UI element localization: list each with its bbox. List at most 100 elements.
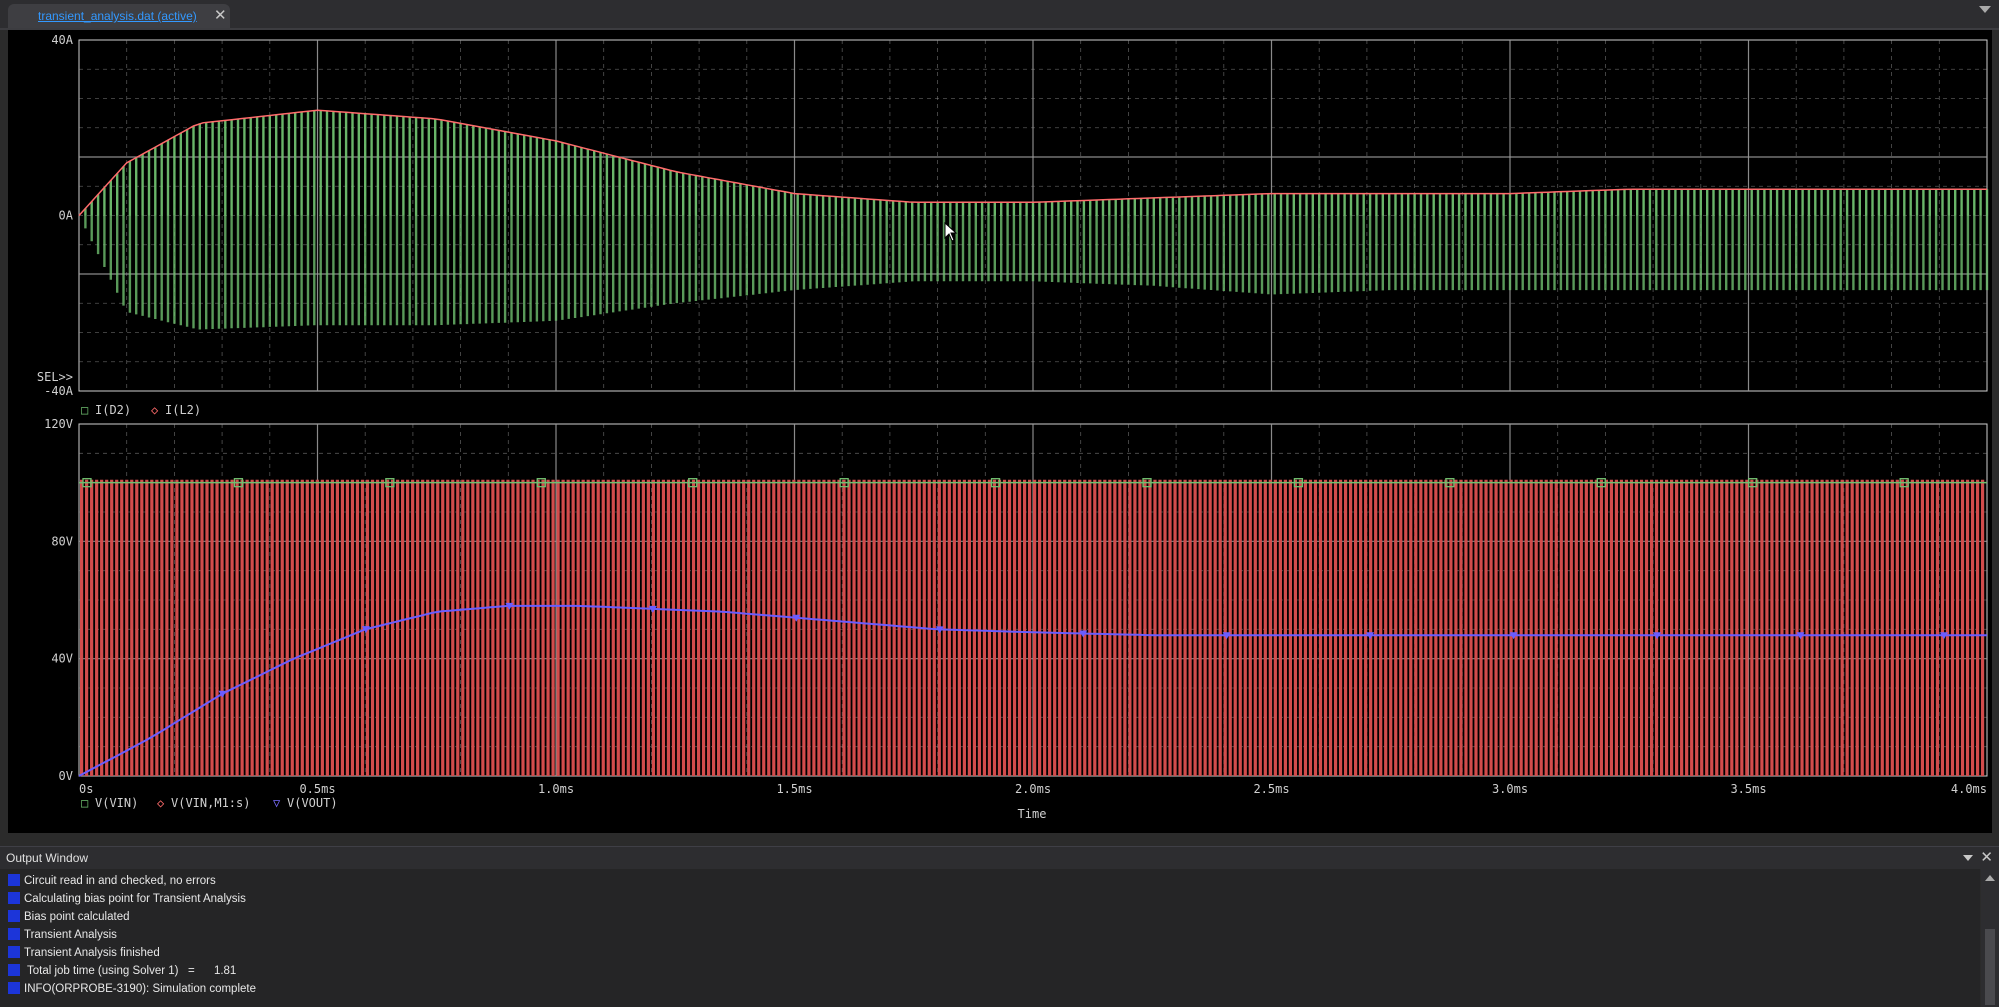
switch-pulse xyxy=(877,479,881,776)
switch-pulse xyxy=(300,479,304,776)
tab-transient-analysis[interactable]: transient_analysis.dat (active) ✕ xyxy=(8,4,230,28)
chevron-down-icon[interactable] xyxy=(1979,6,1991,13)
switch-pulse xyxy=(486,479,490,776)
switch-pulse xyxy=(1143,479,1147,776)
probe-window[interactable]: 40A 0A -40A SEL>> □ I(D2) ◇ I(L2) 120V 80V 40V 0V 0s… xyxy=(8,30,1992,833)
close-icon[interactable]: ✕ xyxy=(1980,848,1993,866)
switch-pulse xyxy=(1313,479,1318,776)
switch-pulse xyxy=(1103,479,1107,776)
legend-marker: ◇ xyxy=(157,796,165,810)
switch-pulse xyxy=(441,479,445,776)
log-line: Calculating bias point for Transient Ana… xyxy=(8,892,246,908)
switch-pulse xyxy=(1690,479,1694,776)
x-tick-label: 0.5ms xyxy=(299,782,335,796)
switch-pulse xyxy=(1810,479,1814,776)
x-tick-label: 0s xyxy=(79,782,93,796)
switch-pulse xyxy=(140,479,144,776)
switch-pulse xyxy=(1379,479,1383,776)
switch-pulse xyxy=(1063,479,1067,776)
switch-pulse xyxy=(1524,479,1528,776)
switch-pulse xyxy=(1519,479,1523,776)
switch-pulse xyxy=(872,479,876,776)
switch-pulse xyxy=(1399,479,1403,776)
switch-pulse xyxy=(1384,479,1388,776)
switch-pulse xyxy=(1278,479,1282,776)
switch-pulse xyxy=(1670,479,1674,776)
switch-pulse xyxy=(1830,479,1834,776)
switch-pulse xyxy=(210,479,214,776)
switch-pulse xyxy=(120,479,124,776)
switch-pulse xyxy=(1394,479,1398,776)
scroll-up-icon[interactable] xyxy=(1985,875,1995,881)
switch-pulse xyxy=(1865,479,1869,776)
switch-pulse xyxy=(1659,479,1664,776)
switch-pulse xyxy=(1303,479,1308,776)
switch-pulse xyxy=(1298,479,1303,776)
switch-pulse xyxy=(967,479,971,776)
tab-label[interactable]: transient_analysis.dat (active) xyxy=(38,9,197,23)
x-tick-label: 2.5ms xyxy=(1253,782,1289,796)
dropdown-icon[interactable] xyxy=(1963,855,1973,861)
y-tick-label: 120V xyxy=(44,417,73,431)
scroll-thumb[interactable] xyxy=(1985,929,1995,1005)
switch-pulse xyxy=(476,479,480,776)
switch-pulse xyxy=(290,479,294,776)
output-scrollbar[interactable] xyxy=(1981,869,1999,1007)
switch-pulse xyxy=(145,479,149,776)
switch-pulse xyxy=(1564,479,1568,776)
switch-pulse xyxy=(1374,479,1378,776)
switch-pulse xyxy=(1775,479,1779,776)
output-window-header: Output Window ✕ xyxy=(0,846,1999,869)
switch-pulse xyxy=(230,479,234,776)
switch-pulse xyxy=(1609,479,1614,776)
switch-pulse xyxy=(1664,479,1669,776)
switch-pulse xyxy=(962,479,966,776)
switch-pulse xyxy=(621,479,625,776)
switch-pulse xyxy=(110,479,114,776)
switch-pulse xyxy=(1449,479,1453,776)
switch-pulse xyxy=(666,479,671,776)
switch-pulse xyxy=(722,479,726,776)
switch-pulse xyxy=(1594,479,1598,776)
switch-pulse xyxy=(1348,479,1353,776)
info-marker-icon xyxy=(8,928,20,940)
switch-pulse xyxy=(1359,479,1363,776)
switch-pulse xyxy=(762,479,766,776)
switch-pulse xyxy=(1288,479,1293,776)
switch-pulse xyxy=(1293,479,1298,776)
switch-pulse xyxy=(887,479,891,776)
switch-pulse xyxy=(1700,479,1704,776)
switch-pulse xyxy=(1539,479,1543,776)
switch-pulse xyxy=(576,479,580,776)
switch-pulse xyxy=(295,479,299,776)
switch-pulse xyxy=(1815,479,1819,776)
switch-pulse xyxy=(661,479,666,776)
close-icon[interactable]: ✕ xyxy=(214,6,227,24)
switch-pulse xyxy=(742,479,746,776)
switch-pulse xyxy=(1544,479,1548,776)
switch-pulse xyxy=(1043,479,1047,776)
switch-pulse xyxy=(732,479,736,776)
switch-pulse xyxy=(1469,479,1473,776)
switch-pulse xyxy=(1148,479,1152,776)
sel-marker: SEL>> xyxy=(37,370,73,384)
waveform-plot[interactable]: 40A 0A -40ASEL>> □ I(D2) ◇ I(L2) 120V 80V 40V 0V 0s… xyxy=(8,30,1992,833)
switch-pulse xyxy=(225,479,229,776)
switch-pulse xyxy=(1053,479,1057,776)
switch-pulse xyxy=(752,479,756,776)
switch-pulse xyxy=(1338,479,1343,776)
switch-pulse xyxy=(1504,479,1508,776)
switch-pulse xyxy=(235,479,239,776)
switch-pulse xyxy=(1750,479,1754,776)
switch-pulse xyxy=(305,479,309,776)
switch-pulse xyxy=(1755,479,1759,776)
switch-pulse xyxy=(1354,479,1358,776)
switch-pulse xyxy=(406,479,410,776)
switch-pulse xyxy=(1980,479,1985,776)
switch-pulse xyxy=(155,479,159,776)
switch-pulse xyxy=(496,479,500,776)
switch-pulse xyxy=(1198,479,1202,776)
switch-pulse xyxy=(1328,479,1333,776)
switch-pulse xyxy=(862,479,866,776)
switch-pulse xyxy=(280,479,284,776)
